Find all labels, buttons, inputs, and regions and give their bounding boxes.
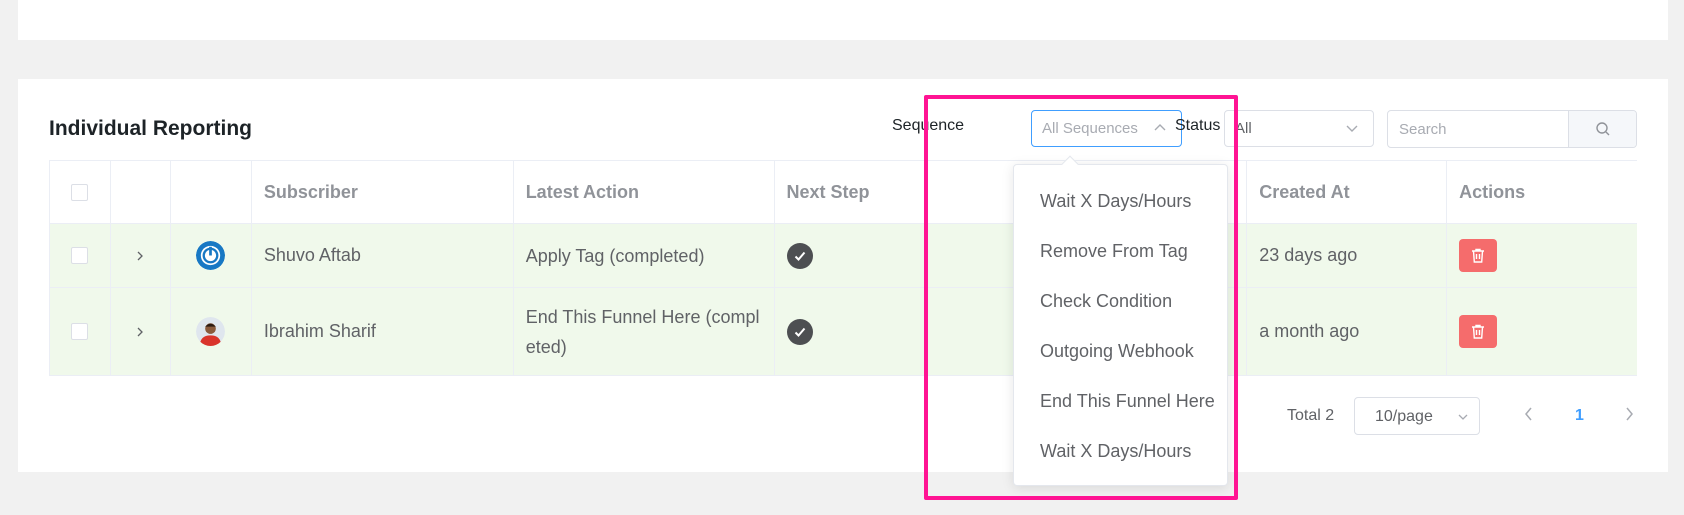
search-input[interactable] xyxy=(1388,111,1569,147)
individual-reporting-card: Individual Reporting Sequence All Sequen… xyxy=(18,79,1668,472)
actions-cell xyxy=(1447,224,1637,287)
search-button[interactable] xyxy=(1568,111,1636,147)
created-at: a month ago xyxy=(1247,288,1448,375)
table-header-row: Subscriber Latest Action Next Step Creat… xyxy=(50,161,1637,224)
dropdown-option[interactable]: Outgoing Webhook xyxy=(1014,326,1227,376)
chevron-down-icon xyxy=(1458,414,1468,420)
row-checkbox[interactable] xyxy=(71,323,89,340)
avatar-cell xyxy=(171,288,252,375)
trash-icon xyxy=(1472,248,1485,263)
dropdown-option[interactable]: Remove From Tag xyxy=(1014,226,1227,276)
table-row: Shuvo Aftab Apply Tag (completed) 23 day… xyxy=(50,224,1637,288)
dropdown-option[interactable]: Wait X Days/Hours xyxy=(1014,176,1227,226)
search-icon xyxy=(1595,122,1609,136)
created-at: 23 days ago xyxy=(1247,224,1448,287)
sequence-label: Sequence xyxy=(892,117,965,134)
row-checkbox[interactable] xyxy=(71,247,89,264)
delete-button[interactable] xyxy=(1459,315,1498,348)
header-select-all xyxy=(50,161,111,223)
row-expand[interactable] xyxy=(111,224,171,287)
header-subscriber: Subscriber xyxy=(252,161,514,223)
pagination-total: Total 2 xyxy=(1287,407,1335,424)
row-select xyxy=(50,224,111,287)
latest-action: Apply Tag (completed) xyxy=(514,224,775,287)
header-created-at: Created At xyxy=(1247,161,1448,223)
check-circle-icon xyxy=(786,242,813,269)
page-size-select[interactable]: 10/page xyxy=(1354,397,1480,435)
chevron-down-icon xyxy=(1346,125,1358,132)
dropdown-option[interactable]: End This Funnel Here xyxy=(1014,376,1227,426)
status-label: Status xyxy=(1175,117,1221,134)
subscriber-name: Ibrahim Sharif xyxy=(252,288,514,375)
select-all-checkbox[interactable] xyxy=(71,183,89,201)
reporting-table: Subscriber Latest Action Next Step Creat… xyxy=(49,160,1637,376)
header-expand xyxy=(111,161,171,223)
actions-cell xyxy=(1447,288,1637,375)
avatar-cell xyxy=(171,224,252,287)
status-select[interactable]: All xyxy=(1224,110,1374,147)
chevron-right-icon xyxy=(137,251,144,260)
delete-button[interactable] xyxy=(1459,239,1498,272)
chevron-right-icon xyxy=(137,327,144,336)
avatar xyxy=(196,317,226,346)
dropdown-option[interactable]: Check Condition xyxy=(1014,276,1227,326)
trash-icon xyxy=(1472,324,1485,339)
header-actions: Actions xyxy=(1459,181,1526,202)
sequence-dropdown-menu: Wait X Days/Hours Remove From Tag Check … xyxy=(1013,155,1228,486)
page-size-value: 10/page xyxy=(1375,408,1433,425)
dropdown-option[interactable]: Wait X Days/Hours xyxy=(1014,426,1227,476)
section-title: Individual Reporting xyxy=(49,117,252,140)
sequence-select[interactable]: All Sequences xyxy=(1031,110,1182,147)
table-row: Ibrahim Sharif End This Funnel Here (com… xyxy=(50,288,1637,376)
header-avatar xyxy=(171,161,252,223)
check-circle-icon xyxy=(786,318,813,345)
chevron-up-icon xyxy=(1154,124,1166,131)
current-page[interactable]: 1 xyxy=(1575,407,1584,425)
next-page-button[interactable] xyxy=(1622,405,1636,423)
status-select-value: All xyxy=(1235,120,1252,137)
latest-action: End This Funnel Here (completed) xyxy=(514,288,775,375)
avatar xyxy=(196,241,226,270)
search-box xyxy=(1387,110,1637,148)
sequence-select-value: All Sequences xyxy=(1042,120,1138,137)
header-latest-action: Latest Action xyxy=(514,161,775,223)
prev-page-button[interactable] xyxy=(1522,405,1536,423)
row-select xyxy=(50,288,111,375)
row-expand[interactable] xyxy=(111,288,171,375)
subscriber-name: Shuvo Aftab xyxy=(252,224,514,287)
top-panel xyxy=(18,0,1668,40)
